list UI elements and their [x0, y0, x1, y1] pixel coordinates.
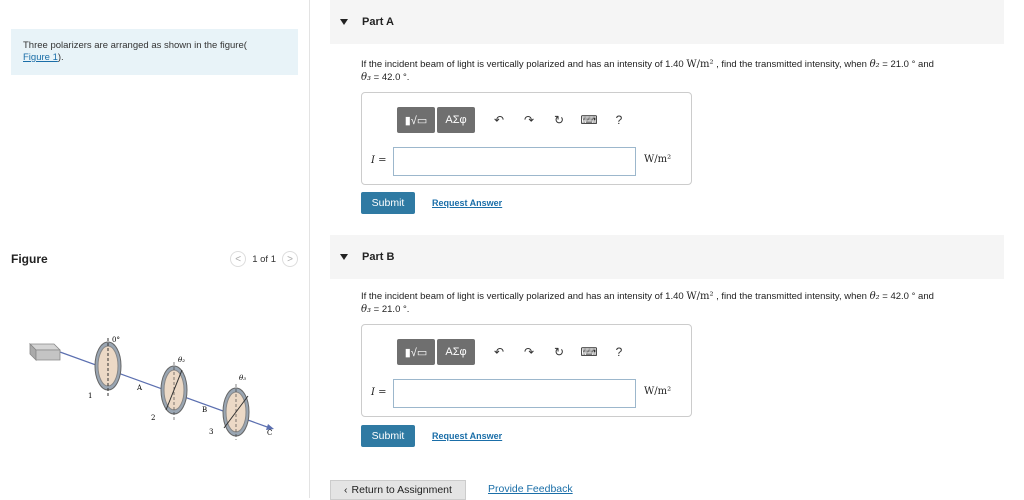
q-text: and: [918, 59, 934, 70]
label-2: 2: [151, 414, 155, 422]
part-a-title: Part A: [362, 16, 394, 28]
q-text: If the incident beam of light is vertica…: [361, 59, 684, 70]
figure-pager: < 1 of 1 >: [230, 251, 298, 267]
label-A: A: [136, 384, 143, 392]
q-text: , find the transmitted intensity, when: [716, 291, 867, 302]
answer-unit: W/m²: [644, 386, 672, 397]
part-a-submit-button[interactable]: Submit: [361, 192, 415, 214]
redo-icon[interactable]: ↷: [517, 340, 541, 364]
label-theta3: θ₃: [239, 374, 246, 382]
part-b-answer-input[interactable]: [393, 379, 636, 408]
part-b-title: Part B: [362, 251, 395, 263]
figure-link[interactable]: Figure 1: [23, 52, 58, 63]
greek-symbols-button[interactable]: ΑΣφ: [437, 107, 475, 133]
answer-variable: I =: [371, 155, 387, 166]
part-a-answer-box: ▮√▭ ΑΣφ ↶ ↷ ↻ ⌨ ? I = W/m²: [361, 92, 692, 185]
keyboard-icon[interactable]: ⌨: [577, 108, 601, 132]
theta3-symbol: θ₃: [361, 72, 372, 83]
label-angle0: 0°: [112, 336, 120, 344]
problem-intro: Three polarizers are arranged as shown i…: [11, 29, 298, 75]
theta2-symbol: θ₂: [869, 291, 880, 302]
math-toolbar: ▮√▭ ΑΣφ ↶ ↷ ↻ ⌨ ?: [397, 339, 631, 365]
return-to-assignment-button[interactable]: ‹ Return to Assignment: [330, 480, 466, 500]
greek-symbols-button[interactable]: ΑΣφ: [437, 339, 475, 365]
part-b-header[interactable]: Part B: [330, 235, 1004, 279]
undo-icon[interactable]: ↶: [487, 108, 511, 132]
templates-icon[interactable]: ▮√▭: [397, 107, 435, 133]
q-text: If the incident beam of light is vertica…: [361, 291, 684, 302]
answer-variable: I =: [371, 387, 387, 398]
next-figure-button[interactable]: >: [282, 251, 298, 267]
return-label: Return to Assignment: [351, 484, 452, 496]
provide-feedback-link[interactable]: Provide Feedback: [488, 483, 573, 495]
redo-icon[interactable]: ↷: [517, 108, 541, 132]
polarizer-2: [160, 362, 188, 420]
intro-text: Three polarizers are arranged as shown i…: [23, 40, 247, 51]
light-source: [29, 343, 61, 361]
left-panel: Three polarizers are arranged as shown i…: [0, 0, 310, 498]
q-text: and: [918, 291, 934, 302]
polarizer-3: [222, 384, 250, 440]
part-a-question: If the incident beam of light is vertica…: [361, 58, 1001, 84]
part-b-question: If the incident beam of light is vertica…: [361, 290, 1001, 316]
answer-unit: W/m²: [644, 154, 672, 165]
theta3-value: = 42.0 °.: [373, 72, 410, 83]
label-1: 1: [88, 392, 92, 400]
polarizer-figure: 0° θ₂ θ₃ A B C 1 2 3: [29, 336, 274, 440]
keyboard-icon[interactable]: ⌨: [577, 340, 601, 364]
part-b-request-answer-link[interactable]: Request Answer: [432, 431, 502, 441]
figure-header: Figure < 1 of 1 >: [11, 249, 298, 269]
collapse-icon: [340, 19, 348, 25]
reset-icon[interactable]: ↻: [547, 340, 571, 364]
label-theta2: θ₂: [178, 356, 185, 364]
math-toolbar: ▮√▭ ΑΣφ ↶ ↷ ↻ ⌨ ?: [397, 107, 631, 133]
collapse-icon: [340, 254, 348, 260]
part-b-submit-button[interactable]: Submit: [361, 425, 415, 447]
help-icon[interactable]: ?: [607, 108, 631, 132]
part-a-header[interactable]: Part A: [330, 0, 1004, 44]
chevron-left-icon: ‹: [344, 484, 348, 496]
reset-icon[interactable]: ↻: [547, 108, 571, 132]
figure-title: Figure: [11, 252, 48, 266]
undo-icon[interactable]: ↶: [487, 340, 511, 364]
label-C: C: [267, 429, 272, 437]
q-unit: W/m²: [686, 291, 714, 302]
q-text: , find the transmitted intensity, when: [716, 59, 867, 70]
theta2-value: = 21.0 °: [882, 59, 916, 70]
help-icon[interactable]: ?: [607, 340, 631, 364]
polarizer-1: [94, 338, 122, 396]
label-3: 3: [209, 428, 213, 436]
theta3-value: = 21.0 °.: [373, 304, 410, 315]
prev-figure-button[interactable]: <: [230, 251, 247, 267]
pager-text: 1 of 1: [252, 253, 276, 265]
q-unit: W/m²: [686, 59, 714, 70]
part-a-request-answer-link[interactable]: Request Answer: [432, 198, 502, 208]
part-a-answer-input[interactable]: [393, 147, 636, 176]
intro-after: ).: [57, 52, 64, 63]
templates-icon[interactable]: ▮√▭: [397, 339, 435, 365]
label-B: B: [202, 406, 207, 414]
theta2-symbol: θ₂: [869, 59, 880, 70]
part-b-answer-box: ▮√▭ ΑΣφ ↶ ↷ ↻ ⌨ ? I = W/m²: [361, 324, 692, 417]
theta2-value: = 42.0 °: [882, 291, 916, 302]
theta3-symbol: θ₃: [361, 304, 372, 315]
panel-divider: [309, 0, 310, 498]
